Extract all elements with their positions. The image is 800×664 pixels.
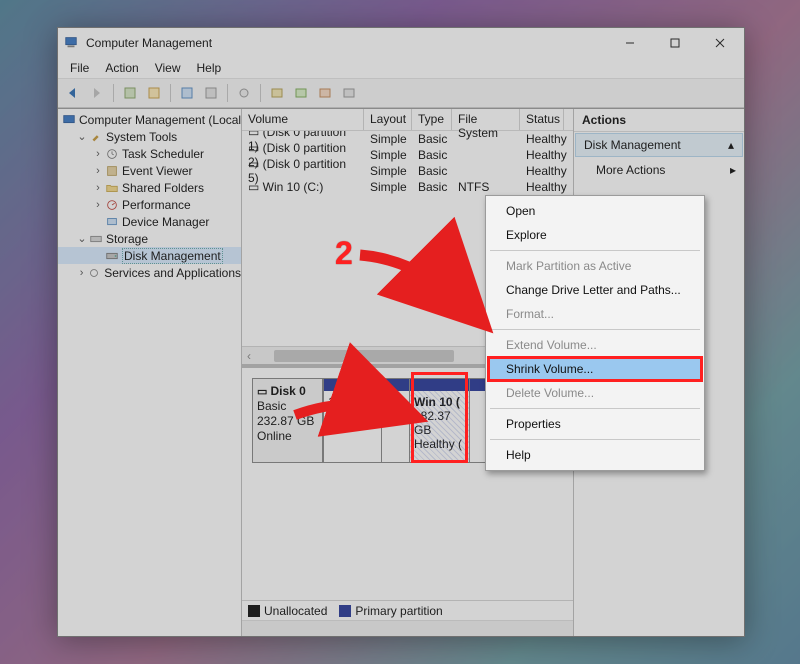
toolbar [58, 78, 744, 108]
menu-view[interactable]: View [147, 59, 189, 77]
refresh-icon[interactable] [176, 82, 198, 104]
volume-header: Volume Layout Type File System Status [242, 109, 573, 131]
event-icon [104, 163, 119, 178]
forward-button[interactable] [86, 82, 108, 104]
col-type[interactable]: Type [412, 109, 452, 130]
menu-extend-volume[interactable]: Extend Volume... [488, 333, 702, 357]
disk-icon [104, 248, 119, 263]
tool-icon[interactable] [338, 82, 360, 104]
menu-change-drive-letter[interactable]: Change Drive Letter and Paths... [488, 278, 702, 302]
chevron-up-icon: ▴ [728, 138, 734, 152]
collapse-icon[interactable]: ⌄ [76, 131, 88, 143]
tool-icon[interactable] [200, 82, 222, 104]
tree-event-viewer[interactable]: ›Event Viewer [58, 162, 241, 179]
partition-small-1[interactable]: 100He [323, 379, 381, 462]
scroll-thumb[interactable] [274, 350, 454, 362]
performance-icon [104, 197, 119, 212]
tool-icon[interactable] [266, 82, 288, 104]
col-volume[interactable]: Volume [242, 109, 364, 130]
tool-icon[interactable] [233, 82, 255, 104]
menu-file[interactable]: File [62, 59, 97, 77]
menu-delete-volume[interactable]: Delete Volume... [488, 381, 702, 405]
tree-device-manager[interactable]: Device Manager [58, 213, 241, 230]
tool-icon[interactable] [143, 82, 165, 104]
menu-help[interactable]: Help [488, 443, 702, 467]
menu-format[interactable]: Format... [488, 302, 702, 326]
navigation-tree[interactable]: Computer Management (Local) ⌄ System Too… [58, 109, 242, 636]
gear-icon [87, 265, 101, 280]
tree-system-tools[interactable]: ⌄ System Tools [58, 128, 241, 145]
annotation-number-2: 2 [335, 235, 353, 272]
tool-icon[interactable] [290, 82, 312, 104]
tree-root[interactable]: Computer Management (Local) [58, 111, 241, 128]
partition-win10[interactable]: Win 10 (182.37 GBHealthy ( [409, 379, 469, 462]
app-icon [64, 35, 80, 51]
maximize-button[interactable] [652, 29, 697, 58]
tree-shared-folders[interactable]: ›Shared Folders [58, 179, 241, 196]
volume-row[interactable]: ▭ Win 10 (C:)SimpleBasicNTFSHealthy [242, 179, 573, 195]
menu-shrink-volume[interactable]: Shrink Volume... [487, 356, 703, 382]
window-title: Computer Management [86, 36, 607, 50]
menu-explore[interactable]: Explore [488, 223, 702, 247]
menu-properties[interactable]: Properties [488, 412, 702, 436]
menu-action[interactable]: Action [97, 59, 146, 77]
volume-row[interactable]: ▭ (Disk 0 partition 5)SimpleBasicHealthy [242, 163, 573, 179]
storage-icon [88, 231, 103, 246]
titlebar: Computer Management [58, 28, 744, 58]
device-icon [104, 214, 119, 229]
context-menu: Open Explore Mark Partition as Active Ch… [485, 195, 705, 471]
menu-mark-active[interactable]: Mark Partition as Active [488, 254, 702, 278]
col-filesystem[interactable]: File System [452, 109, 520, 130]
chevron-right-icon: ▸ [730, 163, 736, 177]
actions-title: Actions [574, 109, 744, 132]
tree-disk-management[interactable]: Disk Management [58, 247, 241, 264]
menu-help[interactable]: Help [189, 59, 230, 77]
disk-header[interactable]: ▭ Disk 0 Basic 232.87 GB Online [253, 379, 323, 462]
back-button[interactable] [62, 82, 84, 104]
horizontal-scrollbar[interactable] [242, 620, 573, 636]
tree-task-scheduler[interactable]: ›Task Scheduler [58, 145, 241, 162]
menu-open[interactable]: Open [488, 199, 702, 223]
legend-unallocated: Unallocated [248, 604, 327, 618]
tool-icon[interactable] [314, 82, 336, 104]
tree-services-apps[interactable]: ›Services and Applications [58, 264, 241, 281]
tool-icon[interactable] [119, 82, 141, 104]
folder-icon [104, 180, 119, 195]
menubar: File Action View Help [58, 58, 744, 78]
partition-small-2[interactable] [381, 379, 409, 462]
tree-performance[interactable]: ›Performance [58, 196, 241, 213]
legend: Unallocated Primary partition [242, 600, 573, 620]
wrench-icon [88, 129, 103, 144]
col-layout[interactable]: Layout [364, 109, 412, 130]
tree-storage[interactable]: ⌄Storage [58, 230, 241, 247]
computer-icon [62, 112, 76, 127]
minimize-button[interactable] [607, 29, 652, 58]
col-status[interactable]: Status [520, 109, 564, 130]
actions-disk-management[interactable]: Disk Management ▴ [575, 133, 743, 157]
clock-icon [104, 146, 119, 161]
close-button[interactable] [697, 29, 742, 58]
actions-more[interactable]: More Actions ▸ [574, 158, 744, 182]
legend-primary: Primary partition [339, 604, 442, 618]
